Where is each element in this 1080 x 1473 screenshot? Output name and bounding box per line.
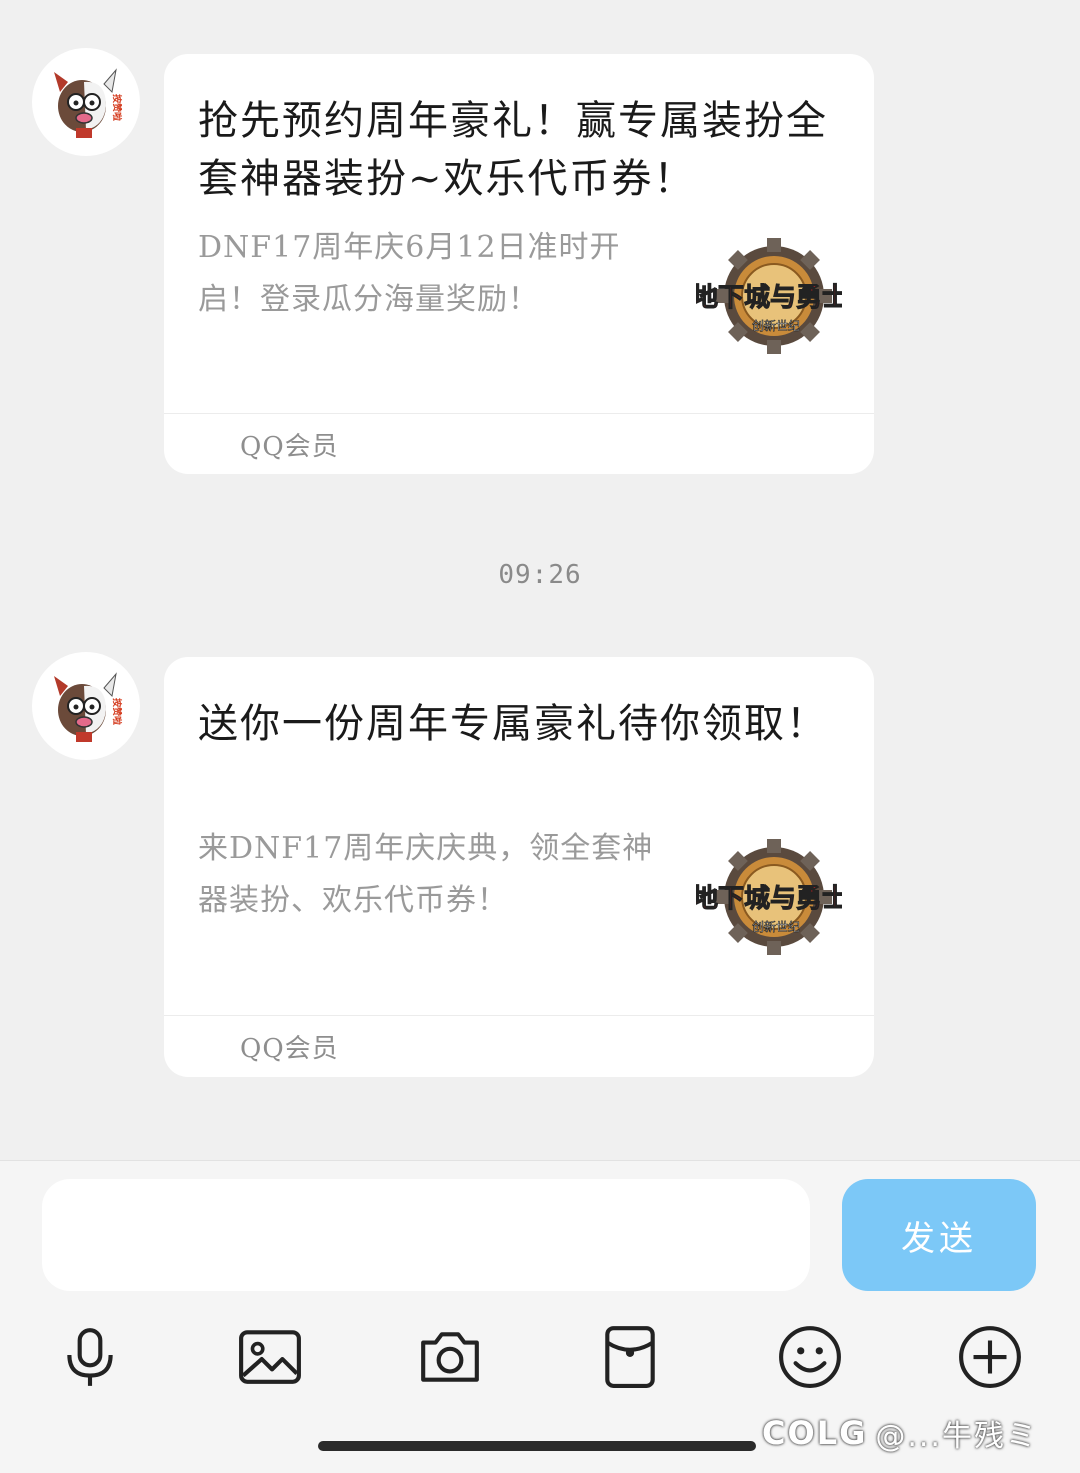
game-logo-icon: 地下城与勇士 创新世纪: [696, 839, 842, 955]
cartoon-avatar-icon: 按赞啦: [54, 672, 123, 742]
red-packet-icon: [605, 1326, 655, 1388]
send-button[interactable]: 发送: [842, 1179, 1036, 1291]
svg-text:按赞啦: 按赞啦: [111, 698, 123, 725]
card-divider: [164, 1015, 874, 1016]
image-button[interactable]: [234, 1321, 306, 1393]
red-packet-button[interactable]: [594, 1321, 666, 1393]
sender-avatar[interactable]: 按赞啦: [32, 652, 140, 760]
svg-text:创新世纪: 创新世纪: [752, 318, 800, 333]
message-source: QQ会员: [240, 432, 339, 462]
voice-button[interactable]: [54, 1321, 126, 1393]
message-timestamp: 09:26: [498, 560, 582, 590]
emoji-button[interactable]: [774, 1321, 846, 1393]
plus-icon: [959, 1326, 1021, 1388]
chat-area[interactable]: 按赞啦 抢先预约周年豪礼！赢专属装扮全套神器装扮~欢乐代币券！ DNF17周年庆…: [0, 0, 1080, 1160]
composer-panel: 发送 COLG @...牛残ミ: [0, 1160, 1080, 1473]
message-card[interactable]: 抢先预约周年豪礼！赢专属装扮全套神器装扮~欢乐代币券！ DNF17周年庆6月12…: [164, 54, 874, 474]
image-icon: [239, 1330, 301, 1384]
watermark: COLG @...牛残ミ: [762, 1409, 1038, 1457]
watermark-logo: COLG: [762, 1414, 868, 1452]
camera-icon: [421, 1332, 479, 1382]
home-indicator[interactable]: [318, 1441, 756, 1451]
message-description: DNF17周年庆6月12日准时开启！登录瓜分海量奖励！: [198, 230, 621, 317]
message-description: 来DNF17周年庆庆典，领全套神器装扮、欢乐代币券！: [198, 831, 654, 918]
svg-text:创新世纪: 创新世纪: [752, 919, 800, 934]
input-toolbar: [0, 1321, 1080, 1393]
watermark-user: @...牛残ミ: [875, 1419, 1038, 1454]
sender-avatar[interactable]: 按赞啦: [32, 48, 140, 156]
message-card[interactable]: 送你一份周年专属豪礼待你领取！ 来DNF17周年庆庆典，领全套神器装扮、欢乐代币…: [164, 657, 874, 1077]
message-title: 送你一份周年专属豪礼待你领取！: [198, 701, 828, 747]
card-divider: [164, 413, 874, 414]
svg-text:按赞啦: 按赞啦: [111, 94, 123, 121]
game-logo-icon: 地下城与勇士 创新世纪: [696, 238, 842, 354]
more-button[interactable]: [954, 1321, 1026, 1393]
microphone-icon: [67, 1328, 113, 1386]
message-source: QQ会员: [240, 1034, 339, 1064]
cartoon-avatar-icon: 按赞啦: [54, 68, 123, 138]
message-title: 抢先预约周年豪礼！赢专属装扮全套神器装扮~欢乐代币券！: [198, 98, 828, 202]
svg-text:地下城与勇士: 地下城与勇士: [696, 283, 842, 313]
emoji-icon: [779, 1326, 841, 1388]
svg-text:地下城与勇士: 地下城与勇士: [696, 884, 842, 914]
camera-button[interactable]: [414, 1321, 486, 1393]
message-input[interactable]: [42, 1179, 810, 1291]
